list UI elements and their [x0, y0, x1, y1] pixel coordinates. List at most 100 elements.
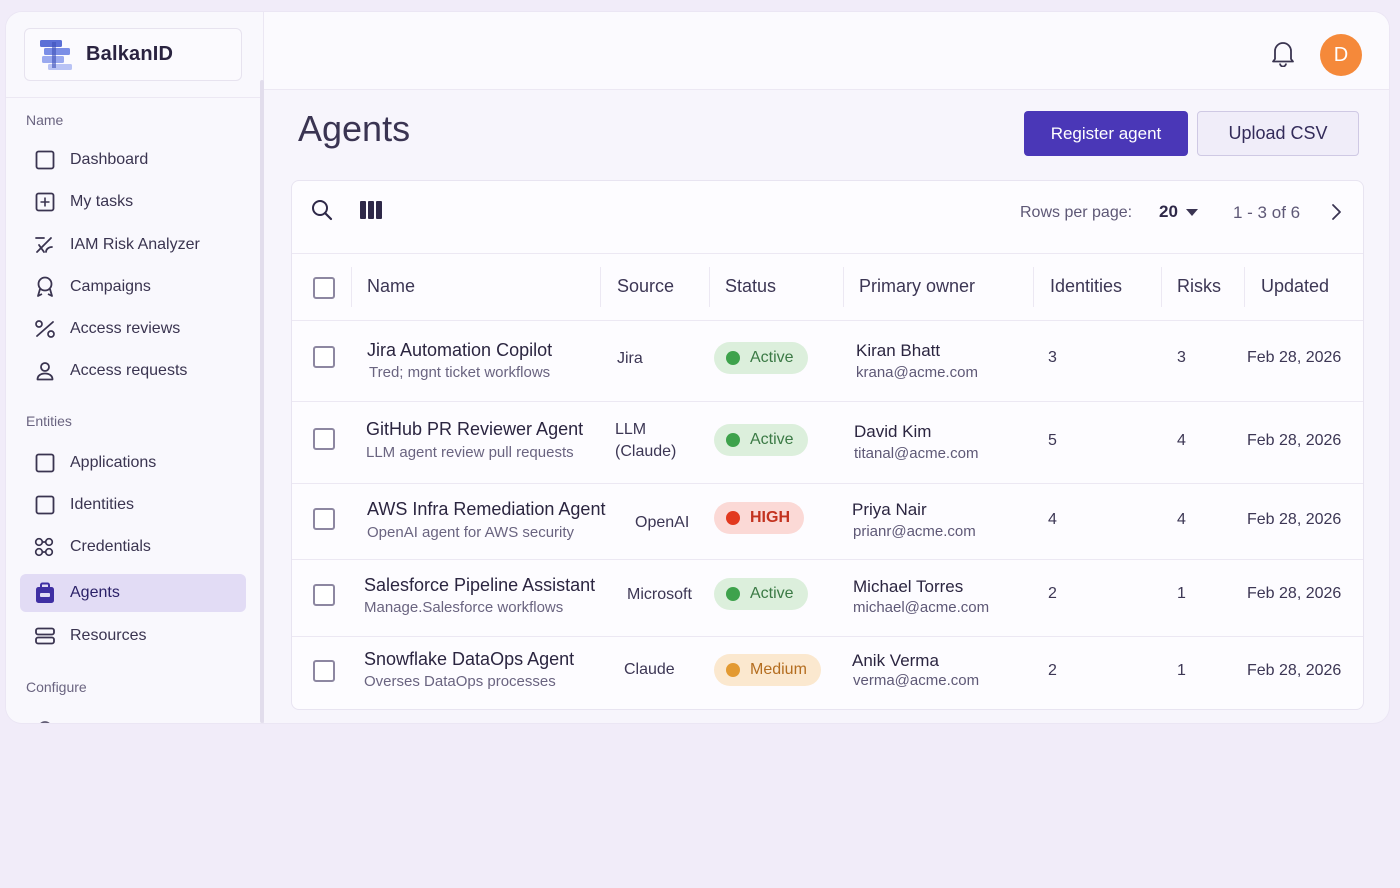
- status-badge: Medium: [714, 654, 821, 686]
- agent-source: Jira: [617, 350, 643, 367]
- rows-per-page-label: Rows per page:: [1020, 204, 1133, 221]
- square-icon: [34, 149, 56, 171]
- status-badge: HIGH: [714, 502, 804, 534]
- agent-description: Overses DataOps processes: [364, 673, 556, 690]
- table-row[interactable]: Salesforce Pipeline Assistant Manage.Sal…: [292, 560, 1363, 637]
- access-review-icon: [34, 318, 56, 340]
- status-dot-icon: [726, 511, 740, 525]
- search-icon[interactable]: [310, 198, 334, 222]
- sidebar-item-identities[interactable]: Identities: [20, 486, 246, 524]
- bell-icon[interactable]: [1270, 39, 1296, 67]
- column-divider: [1244, 267, 1245, 307]
- app-window: BalkanID Name Dashboard My tasks IAM Ris…: [6, 12, 1389, 723]
- column-divider: [709, 267, 710, 307]
- owner-name: David Kim: [854, 422, 932, 441]
- row-checkbox[interactable]: [313, 584, 335, 606]
- agent-description: Tred; mgnt ticket workflows: [369, 364, 551, 381]
- table-row[interactable]: GitHub PR Reviewer Agent LLM agent revie…: [292, 402, 1363, 484]
- agent-name[interactable]: Snowflake DataOps Agent: [364, 649, 574, 670]
- updated-date: Feb 28, 2026: [1247, 662, 1342, 679]
- row-checkbox[interactable]: [313, 660, 335, 682]
- sidebar-item-label: My tasks: [70, 193, 134, 210]
- sidebar-item-campaigns[interactable]: Campaigns: [20, 268, 246, 306]
- risks-count: 1: [1177, 585, 1186, 602]
- select-all-checkbox[interactable]: [313, 277, 335, 299]
- sidebar-item-credentials[interactable]: Credentials: [20, 528, 246, 566]
- column-divider: [600, 267, 601, 307]
- owner-name: Priya Nair: [852, 500, 927, 519]
- status-dot-icon: [726, 587, 740, 601]
- avatar[interactable]: D: [1320, 34, 1362, 76]
- sidebar-item-label: Resources: [70, 627, 147, 644]
- brand-header[interactable]: BalkanID: [24, 28, 242, 81]
- status-dot-icon: [726, 433, 740, 447]
- sidebar-item-iam-risk-analyzer[interactable]: IAM Risk Analyzer: [20, 226, 246, 264]
- sidebar-item-applications[interactable]: Applications: [20, 444, 246, 482]
- updated-date: Feb 28, 2026: [1247, 432, 1342, 449]
- table-row[interactable]: Snowflake DataOps Agent Overses DataOps …: [292, 637, 1363, 709]
- sidebar-item-resources[interactable]: Resources: [20, 617, 246, 655]
- updated-date: Feb 28, 2026: [1247, 349, 1342, 366]
- section-label-name: Name: [26, 112, 64, 128]
- status-label: HIGH: [750, 509, 790, 526]
- sidebar-item-my-tasks[interactable]: My tasks: [20, 183, 246, 221]
- columns-icon[interactable]: [359, 199, 383, 221]
- column-header-source[interactable]: Source: [617, 276, 674, 297]
- register-agent-button[interactable]: Register agent: [1024, 111, 1188, 156]
- owner-name: Michael Torres: [853, 577, 964, 596]
- column-divider: [1033, 267, 1034, 307]
- section-label-entities: Entities: [26, 413, 72, 429]
- column-divider: [1161, 267, 1162, 307]
- chevron-right-icon[interactable]: [1326, 200, 1346, 224]
- sidebar-item-configure-partial[interactable]: [20, 709, 246, 723]
- owner-email: titanal@acme.com: [854, 445, 979, 462]
- agent-name[interactable]: Jira Automation Copilot: [367, 340, 552, 361]
- top-bar: D: [264, 12, 1389, 90]
- owner-email: verma@acme.com: [853, 672, 980, 689]
- sidebar-item-label: Access reviews: [70, 320, 181, 337]
- agent-source: Claude: [624, 661, 675, 678]
- sidebar-scrollbar[interactable]: [260, 80, 264, 723]
- rows-per-page-select[interactable]: 20: [1159, 202, 1198, 222]
- identities-count: 2: [1048, 662, 1057, 679]
- sidebar-item-label: Credentials: [70, 538, 151, 555]
- updated-date: Feb 28, 2026: [1247, 511, 1342, 528]
- sidebar-item-label: Applications: [70, 454, 157, 471]
- status-label: Active: [750, 349, 794, 366]
- sidebar-item-dashboard[interactable]: Dashboard: [20, 141, 246, 179]
- table-row[interactable]: Jira Automation Copilot Tred; mgnt ticke…: [292, 321, 1363, 402]
- column-divider: [351, 267, 352, 307]
- user-icon: [34, 360, 56, 382]
- owner-email: krana@acme.com: [856, 364, 978, 381]
- agent-description: LLM agent review pull requests: [366, 444, 574, 461]
- column-header-primary-owner[interactable]: Primary owner: [859, 276, 975, 297]
- caret-down-icon: [1185, 208, 1198, 216]
- column-header-identities[interactable]: Identities: [1050, 276, 1122, 297]
- agent-name[interactable]: GitHub PR Reviewer Agent: [366, 419, 583, 440]
- table-row[interactable]: AWS Infra Remediation Agent OpenAI agent…: [292, 484, 1363, 560]
- sidebar-item-agents[interactable]: Agents: [20, 574, 246, 612]
- column-header-risks[interactable]: Risks: [1177, 276, 1221, 297]
- sidebar-divider: [6, 97, 262, 98]
- status-badge: Active: [714, 342, 808, 374]
- agent-briefcase-icon: [34, 582, 56, 604]
- sidebar-item-label: IAM Risk Analyzer: [70, 236, 200, 253]
- row-checkbox[interactable]: [313, 508, 335, 530]
- agent-name[interactable]: Salesforce Pipeline Assistant: [364, 575, 595, 596]
- sidebar-item-access-requests[interactable]: Access requests: [20, 352, 246, 390]
- agent-name[interactable]: AWS Infra Remediation Agent: [367, 499, 605, 520]
- column-header-status[interactable]: Status: [725, 276, 776, 297]
- status-badge: Active: [714, 424, 808, 456]
- sidebar-item-label: Access requests: [70, 362, 188, 379]
- agent-description: Manage.Salesforce workflows: [364, 599, 564, 616]
- column-header-name[interactable]: Name: [367, 276, 415, 297]
- row-checkbox[interactable]: [313, 428, 335, 450]
- row-checkbox[interactable]: [313, 346, 335, 368]
- sidebar-item-access-reviews[interactable]: Access reviews: [20, 310, 246, 348]
- risks-count: 1: [1177, 662, 1186, 679]
- settings-icon: [34, 717, 56, 723]
- upload-csv-button[interactable]: Upload CSV: [1197, 111, 1359, 156]
- agent-description: OpenAI agent for AWS security: [367, 524, 575, 541]
- column-header-updated[interactable]: Updated: [1261, 276, 1329, 297]
- agent-source: LLM (Claude): [615, 421, 677, 460]
